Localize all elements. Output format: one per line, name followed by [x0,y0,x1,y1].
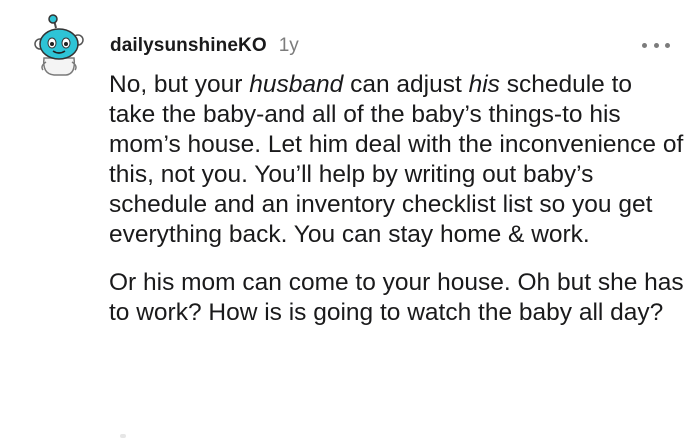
emphasis-text: his [468,71,500,98]
more-options-icon-dot [653,42,659,48]
avatar[interactable] [34,14,84,76]
comment-age: 1y [278,35,299,56]
paragraph-text: No, but your [109,71,250,98]
more-options-icon-dot [665,42,670,48]
comment-paragraph-2: Or his mom can come to your house. Oh bu… [109,269,684,326]
comment-header: dailysunshineKO 1y [110,33,670,59]
snoo-avatar-icon [34,14,84,76]
paragraph-text: can adjust [343,71,469,98]
more-options-button[interactable] [642,35,670,55]
next-item-hint [120,434,126,438]
more-options-icon [642,42,647,48]
comment-paragraph-1: No, but your husband can adjust his sche… [109,70,684,250]
comment-body: No, but your husband can adjust his sche… [109,70,684,328]
comment: dailysunshineKO 1y No, but your husband … [0,0,700,438]
username-link[interactable]: dailysunshineKO [110,35,267,57]
emphasis-text: husband [249,71,344,98]
